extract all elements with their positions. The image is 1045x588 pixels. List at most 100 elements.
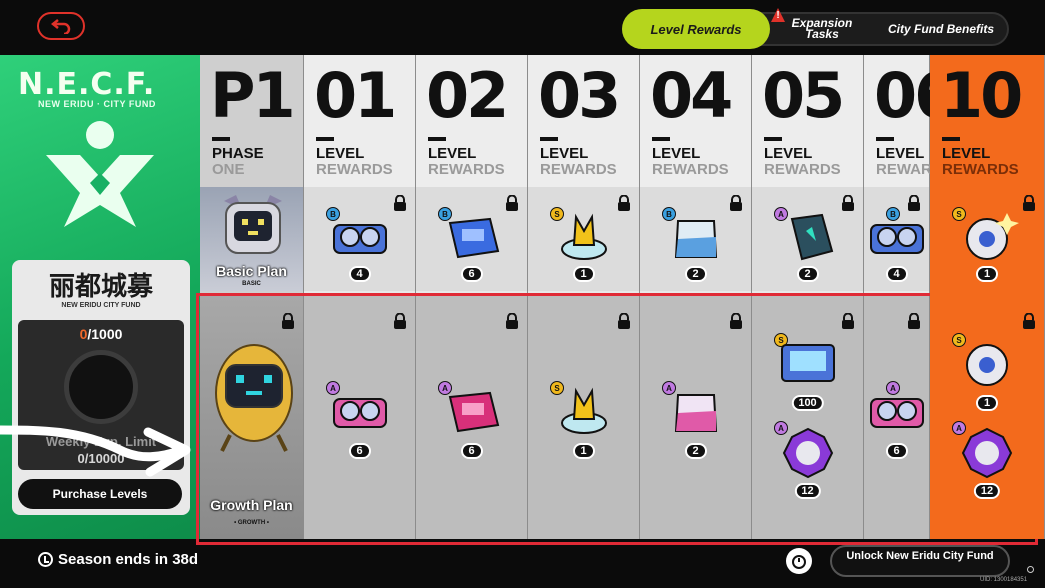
level-header: 10 LEVEL REWARDS <box>930 55 1044 187</box>
level-line1: LEVEL <box>876 145 925 162</box>
growth-reward-cell[interactable]: S 1 A 12 <box>930 295 1044 539</box>
level-number: 01 <box>314 59 397 132</box>
brand-title: N.E.C.F. <box>18 67 156 102</box>
basic-plan-cell[interactable]: Basic Plan BASIC <box>200 187 303 291</box>
reward-quantity: 6 <box>885 443 908 459</box>
level-line1: LEVEL <box>316 145 365 162</box>
growth-plan-cell[interactable]: Growth Plan • GROWTH • <box>200 295 303 539</box>
bangboo-growth-icon <box>215 344 293 452</box>
level-line1: LEVEL <box>428 145 477 162</box>
basic-reward-cell[interactable]: B2 <box>640 187 751 291</box>
phase-number: P1 <box>210 59 296 132</box>
header-rule <box>316 137 334 141</box>
header-rule <box>428 137 446 141</box>
level-column-01: 01 LEVEL REWARDS B 4 A 6 <box>304 55 416 539</box>
growth-reward-cell[interactable]: A6 <box>304 295 415 539</box>
growth-reward-cell[interactable]: A6 <box>864 295 929 539</box>
lock-icon <box>394 313 406 329</box>
lock-icon <box>394 195 406 211</box>
header-rule <box>876 137 894 141</box>
header-rule <box>212 137 230 141</box>
reward-track: P1 PHASE ONE Basic Plan BASIC Growth Pla… <box>200 55 1045 539</box>
bangboo-basic-icon <box>224 195 282 254</box>
growth-reward-cell[interactable]: S 100 A 12 <box>752 295 863 539</box>
reward-item-icon <box>869 224 924 254</box>
basic-reward-cell[interactable]: S1 <box>528 187 639 291</box>
reward-quantity: 100 <box>791 395 824 411</box>
level-column-05: 05 LEVEL REWARDS A 2 S 100 A 12 <box>752 55 864 539</box>
reward-item-icon <box>448 391 499 433</box>
tab-level-rewards[interactable]: Level Rewards <box>622 9 770 49</box>
level-number: 05 <box>762 59 845 132</box>
level-header: 06 LEVEL REWARDS <box>864 55 957 187</box>
phase-column: P1 PHASE ONE Basic Plan BASIC Growth Pla… <box>200 55 304 539</box>
tab-city-fund-benefits[interactable]: City Fund Benefits <box>886 14 996 44</box>
season-timer: Season ends in 38d <box>38 551 198 568</box>
lock-icon <box>842 313 854 329</box>
level-line2: REWARDS <box>316 161 393 178</box>
reward-item-icon <box>966 213 1019 260</box>
level-line2: REWARDS <box>942 161 1019 178</box>
level-line2: REWARDS <box>652 161 729 178</box>
level-header: 02 LEVEL REWARDS <box>416 55 527 187</box>
header-rule <box>540 137 558 141</box>
lock-icon <box>506 195 518 211</box>
reward-quantity: 12 <box>973 483 1001 499</box>
fund-sidebar: N.E.C.F. NEW ERIDU · CITY FUND 丽都城募 NEW … <box>0 55 200 539</box>
basic-plan-sub: BASIC <box>242 281 261 287</box>
level-line2: REWARDS <box>764 161 841 178</box>
phase-line2: ONE <box>212 161 245 178</box>
level-column-02: 02 LEVEL REWARDS B 6 A 6 <box>416 55 528 539</box>
lock-icon <box>1023 195 1035 211</box>
tab-bar: Level Rewards ! Expansion Tasks City Fun… <box>622 8 1009 49</box>
basic-reward-cell[interactable]: A2 <box>752 187 863 291</box>
lock-icon <box>730 313 742 329</box>
reward-quantity: 4 <box>885 266 908 282</box>
lock-icon <box>842 195 854 211</box>
lock-icon <box>908 313 920 329</box>
reward-quantity: 2 <box>684 443 707 459</box>
reward-item-icon <box>560 387 607 434</box>
history-button[interactable] <box>786 548 812 574</box>
reward-quantity: 2 <box>796 266 819 282</box>
basic-reward-cell[interactable]: B4 <box>864 187 929 291</box>
growth-plan-label: Growth Plan <box>210 497 293 513</box>
reward-quantity: 6 <box>460 443 483 459</box>
level-column-04: 04 LEVEL REWARDS B 2 A 2 <box>640 55 752 539</box>
level-header: 04 LEVEL REWARDS <box>640 55 751 187</box>
basic-reward-cell[interactable]: B6 <box>416 187 527 291</box>
reward-item-icon <box>790 213 833 261</box>
growth-reward-cell[interactable]: A2 <box>640 295 751 539</box>
reward-item-icon <box>332 224 387 254</box>
reward-quantity: 6 <box>348 443 371 459</box>
tab-expansion-tasks[interactable]: Expansion Tasks <box>776 14 868 44</box>
phase-header: P1 PHASE ONE <box>200 55 303 187</box>
level-column-10: 10 LEVEL REWARDS S 1 S 1 A 12 <box>930 55 1045 539</box>
lock-icon <box>730 195 742 211</box>
reward-item-icon <box>674 220 717 258</box>
growth-reward-cell[interactable]: S1 <box>528 295 639 539</box>
level-column-03: 03 LEVEL REWARDS S 1 S 1 <box>528 55 640 539</box>
growth-reward-cell[interactable]: A6 <box>416 295 527 539</box>
reward-quantity: 1 <box>572 443 595 459</box>
reward-item-icon <box>674 394 717 432</box>
reward-quantity: 12 <box>794 483 821 499</box>
level-header: 03 LEVEL REWARDS <box>528 55 639 187</box>
lock-icon <box>618 313 630 329</box>
uid-text: UID: 1300184351 <box>980 577 1028 583</box>
lock-icon <box>1023 313 1035 329</box>
level-column-06: 06 LEVEL REWARDS B 4 A 6 <box>864 55 957 539</box>
back-button[interactable] <box>37 12 85 40</box>
settings-icon[interactable] <box>1027 566 1034 573</box>
level-header: 05 LEVEL REWARDS <box>752 55 863 187</box>
lock-icon <box>282 313 294 329</box>
level-line1: LEVEL <box>540 145 589 162</box>
header-rule <box>764 137 782 141</box>
reward-quantity: 1 <box>976 266 998 282</box>
header-rule <box>942 137 960 141</box>
level-number: 10 <box>940 59 1023 132</box>
reward-quantity: 4 <box>348 266 371 282</box>
basic-reward-cell[interactable]: B4 <box>304 187 415 291</box>
unlock-fund-button[interactable]: Unlock New Eridu City Fund <box>830 545 1010 577</box>
basic-reward-cell[interactable]: S1 <box>930 187 1044 291</box>
